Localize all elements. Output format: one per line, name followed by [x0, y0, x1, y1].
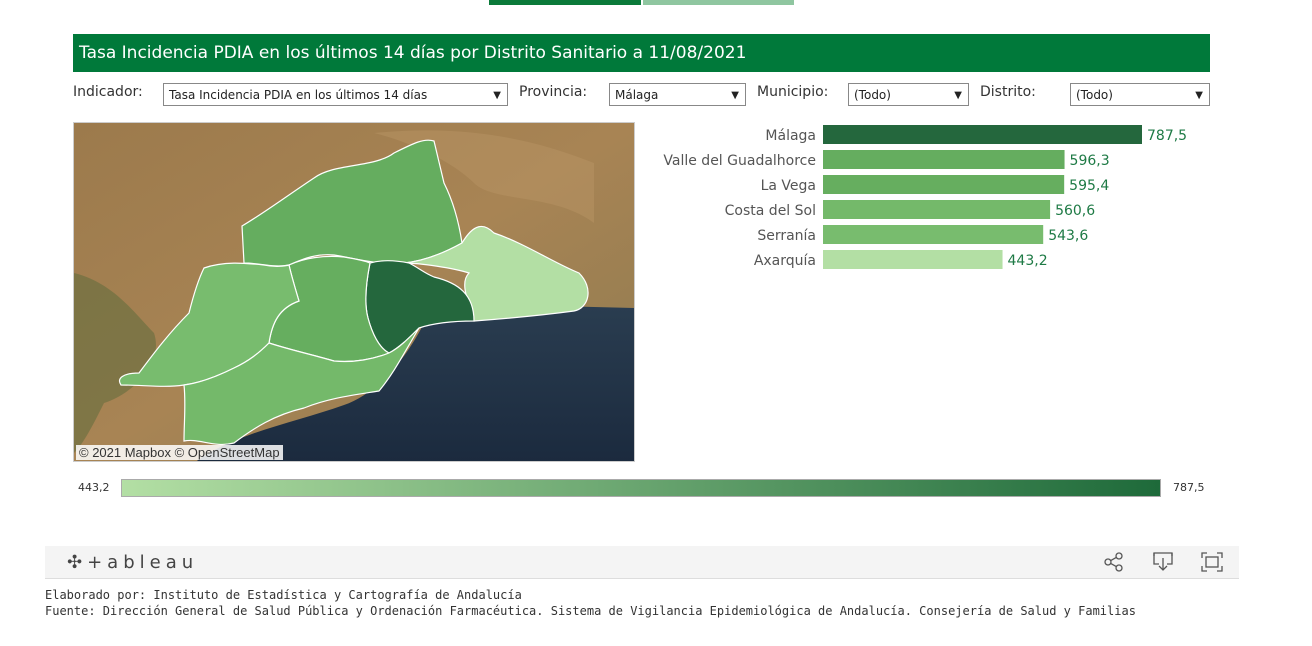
category-label: Axarquía — [754, 253, 816, 269]
indicador-label: Indicador: — [73, 84, 143, 100]
distrito-select[interactable]: (Todo) ▼ — [1070, 83, 1210, 106]
map-attribution[interactable]: © 2021 Mapbox © OpenStreetMap — [76, 445, 283, 460]
bar[interactable] — [823, 150, 1065, 169]
share-icon[interactable] — [1103, 552, 1125, 572]
value-label: 543,6 — [1048, 228, 1088, 244]
color-legend-gradient — [121, 479, 1161, 497]
category-label: La Vega — [761, 178, 816, 194]
value-label: 560,6 — [1055, 203, 1095, 219]
provincia-label: Provincia: — [519, 84, 588, 100]
fullscreen-icon[interactable] — [1201, 552, 1223, 572]
bar[interactable] — [823, 175, 1065, 194]
value-label: 443,2 — [1008, 253, 1048, 269]
bar[interactable] — [823, 225, 1044, 244]
distrito-value: (Todo) — [1076, 88, 1113, 102]
credits-author: Elaborado por: Instituto de Estadística … — [45, 588, 522, 602]
credits: Elaborado por: Instituto de Estadística … — [45, 587, 1136, 619]
map-canvas — [74, 123, 634, 461]
bar[interactable] — [823, 200, 1051, 219]
tableau-toolbar: ✣+ableau — [45, 546, 1239, 579]
tableau-logo-mark-icon: ✣ — [67, 552, 88, 573]
category-label: Costa del Sol — [725, 203, 816, 219]
legend-max-label: 787,5 — [1173, 481, 1205, 494]
tab-indicator-active[interactable] — [489, 0, 641, 5]
tableau-logo-text: +ableau — [87, 552, 199, 573]
value-label: 595,4 — [1069, 178, 1109, 194]
indicador-select[interactable]: Tasa Incidencia PDIA en los últimos 14 d… — [163, 83, 508, 106]
credits-source: Fuente: Dirección General de Salud Públi… — [45, 604, 1136, 618]
provincia-select[interactable]: Málaga ▼ — [609, 83, 746, 106]
legend-min-label: 443,2 — [78, 481, 110, 494]
value-label: 596,3 — [1070, 153, 1110, 169]
bar[interactable] — [823, 125, 1142, 144]
dashboard-title: Tasa Incidencia PDIA en los últimos 14 d… — [73, 34, 1210, 72]
choropleth-map[interactable]: © 2021 Mapbox © OpenStreetMap — [73, 122, 635, 462]
chevron-down-icon: ▼ — [954, 90, 962, 101]
value-label: 787,5 — [1147, 128, 1187, 144]
tableau-logo[interactable]: ✣+ableau — [67, 552, 198, 573]
tab-indicator-inactive[interactable] — [643, 0, 794, 5]
municipio-value: (Todo) — [854, 88, 891, 102]
bar[interactable] — [823, 250, 1003, 269]
category-label: Valle del Guadalhorce — [663, 153, 816, 169]
chevron-down-icon: ▼ — [731, 90, 739, 101]
indicador-value: Tasa Incidencia PDIA en los últimos 14 d… — [169, 88, 428, 102]
bar-chart: Málaga 787,5 Valle del Guadalhorce 596,3 La … — [663, 125, 1187, 269]
provincia-value: Málaga — [615, 88, 659, 102]
chevron-down-icon: ▼ — [1195, 90, 1203, 101]
distrito-label: Distrito: — [980, 84, 1036, 100]
category-label: Serranía — [757, 228, 816, 244]
category-label: Málaga — [765, 128, 816, 144]
chevron-down-icon: ▼ — [493, 90, 501, 101]
download-icon[interactable] — [1152, 552, 1174, 572]
municipio-select[interactable]: (Todo) ▼ — [848, 83, 969, 106]
municipio-label: Municipio: — [757, 84, 829, 100]
